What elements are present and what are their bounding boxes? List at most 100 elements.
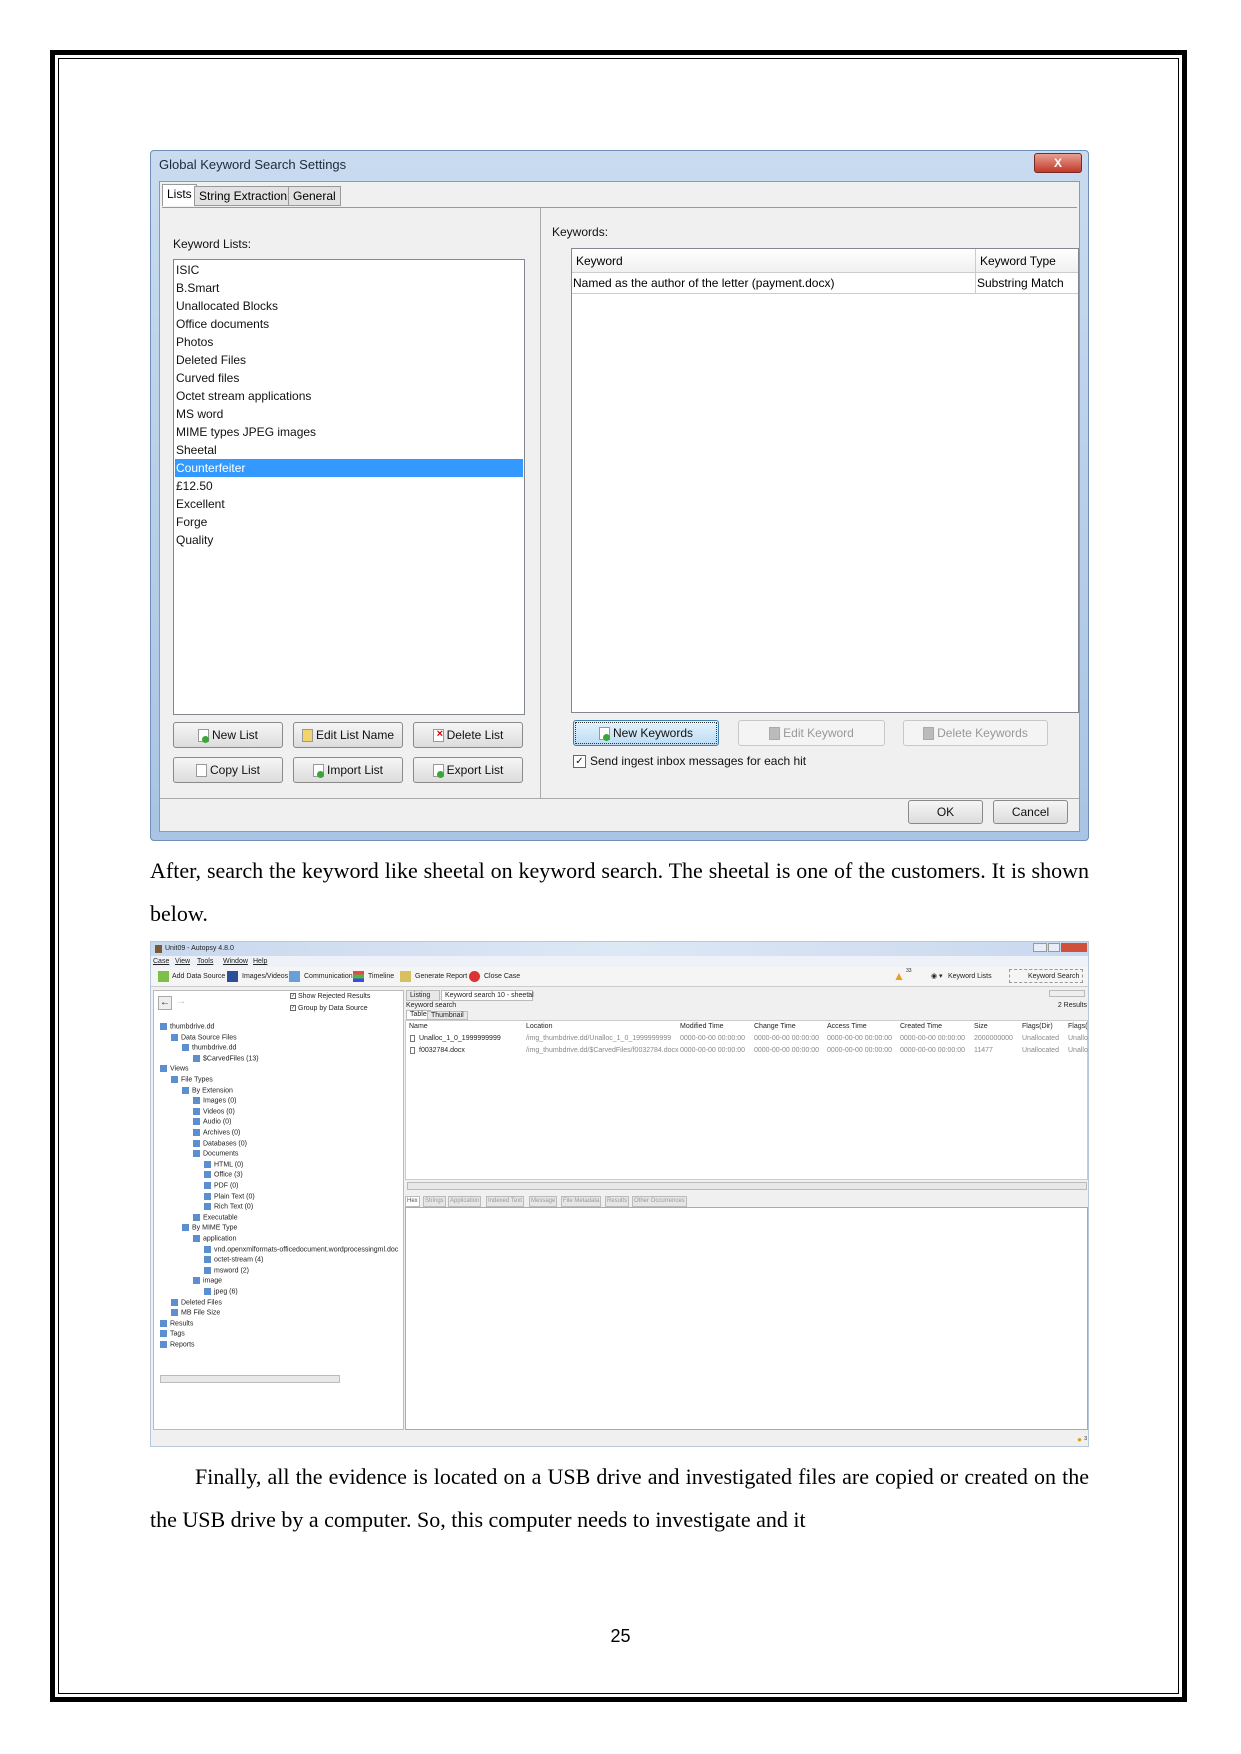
column-header[interactable]: Location [526, 1023, 552, 1030]
keyword-list-item[interactable]: Excellent [175, 495, 523, 513]
keyword-list-item[interactable]: MIME types JPEG images [175, 423, 523, 441]
tree-node[interactable]: Videos (0) [193, 1107, 235, 1115]
keyword-list-item[interactable]: Octet stream applications [175, 387, 523, 405]
tree-node[interactable]: image [193, 1277, 222, 1285]
generate-report-button[interactable]: Generate Report [415, 973, 467, 980]
tree-node[interactable]: thumbdrive.dd [182, 1044, 236, 1052]
column-header[interactable]: Created Time [900, 1023, 942, 1030]
keyword-list-item[interactable]: MS word [175, 405, 523, 423]
keyword-list-item[interactable]: Forge [175, 513, 523, 531]
table-cell[interactable]: Unalloc_1_0_1999999999 [419, 1035, 501, 1042]
tab-string-extraction[interactable]: String Extraction [194, 186, 293, 206]
tab-listing[interactable]: Listing [406, 990, 440, 1001]
column-header[interactable]: Size [974, 1023, 988, 1030]
tree-node[interactable]: HTML (0) [204, 1160, 243, 1168]
tab-lists[interactable]: Lists [162, 184, 197, 206]
keyword-list-item[interactable]: £12.50 [175, 477, 523, 495]
cancel-button[interactable]: Cancel [993, 800, 1068, 824]
close-button[interactable]: X [1034, 153, 1082, 173]
results-horizontal-scrollbar[interactable] [407, 1182, 1087, 1190]
delete-list-button[interactable]: Delete List [413, 722, 523, 748]
keyword-list-item[interactable]: ISIC [175, 261, 523, 279]
tree-node[interactable]: By MIME Type [182, 1224, 237, 1232]
tree-node[interactable]: vnd.openxmlformats-officedocument.wordpr… [204, 1245, 398, 1253]
tab-general[interactable]: General [288, 186, 341, 206]
copy-list-button[interactable]: Copy List [173, 757, 283, 783]
keyword-cell[interactable]: Named as the author of the letter (payme… [572, 273, 976, 294]
timeline-button[interactable]: Timeline [368, 973, 394, 980]
edit-keyword-button[interactable]: Edit Keyword [738, 720, 885, 746]
show-rejected-checkbox[interactable]: ✓ [290, 993, 296, 1000]
column-header[interactable]: Change Time [754, 1023, 796, 1030]
column-header-keyword[interactable]: Keyword [572, 249, 976, 273]
tree-node[interactable]: Plain Text (0) [204, 1192, 255, 1200]
ingest-messages-option[interactable]: ✓ Send ingest inbox messages for each hit [573, 754, 806, 769]
tree-node[interactable]: By Extension [182, 1086, 233, 1094]
menu-case[interactable]: Case [153, 958, 169, 965]
column-header-keyword-type[interactable]: Keyword Type [976, 249, 1078, 273]
table-cell[interactable]: Unallocated [1022, 1035, 1059, 1042]
table-cell[interactable]: 2000000000 [974, 1035, 1013, 1042]
tree-node[interactable]: Images (0) [193, 1097, 236, 1105]
tree-node[interactable]: File Types [171, 1076, 213, 1083]
tree-node[interactable]: Deleted Files [171, 1298, 222, 1306]
keyword-lists-button[interactable]: Keyword Lists [948, 973, 992, 980]
tree-node[interactable]: $CarvedFiles (13) [193, 1054, 259, 1062]
keyword-list-item[interactable]: Office documents [175, 315, 523, 333]
tree-node[interactable]: Archives (0) [193, 1129, 240, 1136]
menu-window[interactable]: Window [223, 958, 248, 965]
images-videos-button[interactable]: Images/Videos [242, 973, 288, 980]
keyword-list-item[interactable]: B.Smart [175, 279, 523, 297]
content-tab[interactable]: Application [448, 1196, 482, 1207]
group-by-source-checkbox[interactable]: ✓ [290, 1005, 296, 1012]
keyword-search-button[interactable]: Keyword Search [1009, 969, 1083, 983]
tree-node[interactable]: Reports [160, 1341, 195, 1348]
tree-node[interactable]: Views [160, 1065, 189, 1073]
tree-node[interactable]: Rich Text (0) [204, 1203, 253, 1211]
tree-node[interactable]: Results [160, 1319, 193, 1327]
menu-help[interactable]: Help [253, 958, 267, 965]
tree-node[interactable]: Executable [193, 1213, 238, 1221]
group-by-source-option[interactable]: ✓ Group by Data Source [290, 1005, 368, 1012]
tree-node[interactable]: Office (3) [204, 1171, 243, 1179]
keyword-list-item[interactable]: Unallocated Blocks [175, 297, 523, 315]
keyword-list-item[interactable]: Photos [175, 333, 523, 351]
table-cell[interactable]: /img_thumbdrive.dd/Unalloc_1_0_199999999… [526, 1035, 671, 1042]
column-header[interactable]: Access Time [827, 1023, 867, 1030]
content-tab[interactable]: Other Occurrences [632, 1196, 687, 1207]
keyword-lists-listbox[interactable]: ISIC B.Smart Unallocated Blocks Office docu… [173, 259, 525, 715]
tree-node[interactable]: msword (2) [204, 1266, 249, 1274]
back-button[interactable]: ← [158, 996, 172, 1010]
table-cell[interactable]: Unalloc [1068, 1035, 1088, 1042]
table-cell[interactable]: 0000-00-00 00:00:00 [900, 1047, 965, 1054]
table-cell[interactable]: f0032784.docx [419, 1047, 465, 1054]
export-list-button[interactable]: Export List [413, 757, 523, 783]
forward-button[interactable]: → [176, 996, 186, 1007]
new-keywords-button[interactable]: New Keywords [573, 720, 719, 746]
import-list-button[interactable]: Import List [293, 757, 403, 783]
ok-button[interactable]: OK [908, 800, 983, 824]
new-list-button[interactable]: New List [173, 722, 283, 748]
table-cell[interactable]: Unallocated [1022, 1047, 1059, 1054]
table-cell[interactable]: 0000-00-00 00:00:00 [754, 1047, 819, 1054]
content-tab[interactable]: Hex [405, 1196, 420, 1207]
tree-node[interactable]: Tags [160, 1330, 185, 1338]
communications-button[interactable]: Communications [304, 973, 356, 980]
column-header[interactable]: Modified Time [680, 1023, 724, 1030]
tree-node[interactable]: jpeg (6) [204, 1288, 238, 1295]
keyword-list-item[interactable]: Curved files [175, 369, 523, 387]
column-header[interactable]: Flags(Meta) [1068, 1023, 1088, 1030]
menu-view[interactable]: View [175, 958, 190, 965]
content-tab[interactable]: Results [605, 1196, 630, 1207]
table-cell[interactable]: /img_thumbdrive.dd/$CarvedFiles/f0032784… [526, 1047, 679, 1054]
tree-node[interactable]: thumbdrive.dd [160, 1023, 214, 1030]
table-cell[interactable]: 0000-00-00 00:00:00 [680, 1047, 745, 1054]
content-tab[interactable]: Strings [423, 1196, 446, 1207]
menu-tools[interactable]: Tools [197, 958, 213, 965]
content-tab[interactable]: File Metadata [561, 1196, 602, 1207]
content-tab[interactable]: Indexed Text [486, 1196, 524, 1207]
show-rejected-option[interactable]: ✓ Show Rejected Results [290, 993, 370, 1000]
maximize-button[interactable] [1048, 943, 1060, 952]
edit-list-name-button[interactable]: Edit List Name [293, 722, 403, 748]
column-header[interactable]: Name [409, 1023, 428, 1030]
